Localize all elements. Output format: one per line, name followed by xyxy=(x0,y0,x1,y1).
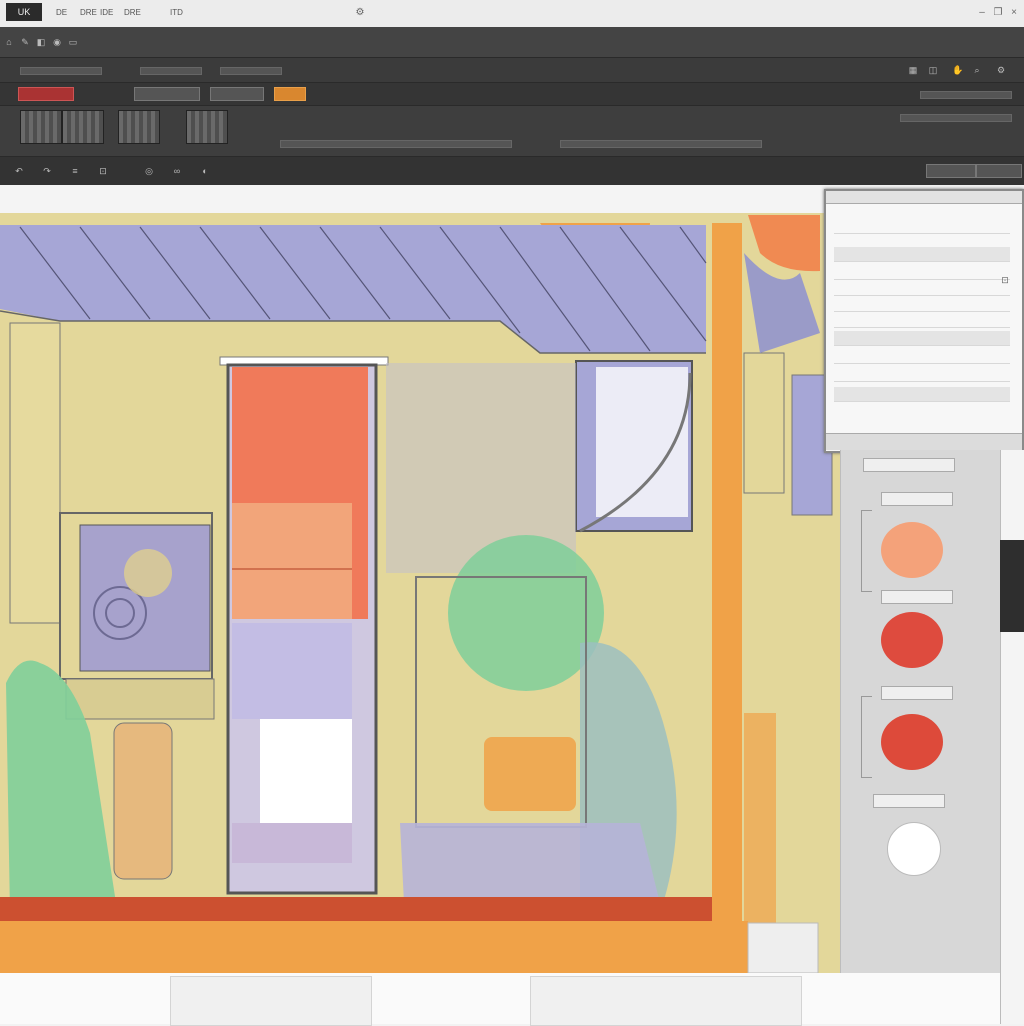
brush-icon[interactable]: ✎ xyxy=(20,37,30,47)
preset-slider[interactable] xyxy=(280,140,512,148)
scroll-lock-icon[interactable]: ⊡ xyxy=(1000,275,1010,285)
zoom-slider[interactable] xyxy=(920,91,1012,99)
right-dark-tab[interactable] xyxy=(1000,540,1024,632)
tool-chip-2[interactable] xyxy=(134,87,200,101)
preset-thumbnail-2[interactable] xyxy=(62,110,104,144)
swatch-group-bracket-1 xyxy=(861,510,872,592)
menu-item-1[interactable]: DE xyxy=(56,6,67,20)
brush-presets-bar xyxy=(0,106,1024,157)
preset-slider-3[interactable] xyxy=(900,114,1012,122)
layer-row-4[interactable] xyxy=(834,281,1010,296)
layer-row-1[interactable] xyxy=(834,219,1010,234)
color-swatch-deep-red[interactable] xyxy=(881,714,943,770)
tool-icon[interactable]: ⚙ xyxy=(354,7,366,19)
preset-thumbnail-3[interactable] xyxy=(118,110,160,144)
restore-icon[interactable]: ❐ xyxy=(992,7,1004,19)
layers-panel-footer xyxy=(826,433,1022,450)
color-swatch-salmon[interactable] xyxy=(881,522,943,578)
layers-icon[interactable]: ≡ xyxy=(70,166,80,176)
undo-icon[interactable]: ↶ xyxy=(14,166,24,176)
layer-row-6[interactable] xyxy=(834,313,1010,328)
document-title xyxy=(490,7,750,19)
tool-chip-highlight[interactable] xyxy=(274,87,306,101)
redo-icon[interactable]: ↷ xyxy=(42,166,52,176)
select-icon[interactable]: ▭ xyxy=(68,37,78,47)
bottom-sheet-2 xyxy=(530,976,802,1026)
layer-row-10[interactable] xyxy=(834,387,1010,402)
status-toolbar: ↶ ↷ ≡ ⊡ ◎ ∞ ◐ xyxy=(0,157,1024,185)
tool-chip-active[interactable] xyxy=(18,87,74,101)
drawing-canvas[interactable] xyxy=(0,213,840,973)
layer-row-3[interactable] xyxy=(834,265,1010,280)
swatch-group-bracket-2 xyxy=(861,696,872,778)
opacity-slider[interactable] xyxy=(140,67,202,75)
fill-icon[interactable]: ◉ xyxy=(52,37,62,47)
minimize-icon[interactable]: – xyxy=(976,7,988,19)
eraser-icon[interactable]: ◧ xyxy=(36,37,46,47)
preset-slider-2[interactable] xyxy=(560,140,762,148)
layers-panel: ⊡ xyxy=(824,189,1024,453)
menu-item-2[interactable]: DRE xyxy=(80,6,97,20)
color-swatch-red[interactable] xyxy=(881,612,943,668)
swatch-label-2 xyxy=(881,590,953,604)
options-bar: ⌂ ✎ ◧ ◉ ▭ xyxy=(0,27,1024,58)
bottom-sheet-1 xyxy=(170,976,372,1026)
menu-item-3[interactable]: IDE xyxy=(100,6,113,20)
layer-row-8[interactable] xyxy=(834,349,1010,364)
preset-thumbnail-1[interactable] xyxy=(20,110,62,144)
layer-row-2[interactable] xyxy=(834,247,1010,262)
title-bar: UK DE DRE IDE DRE ITD ⚙ – ❐ × xyxy=(0,0,1024,28)
tabs-bar: ▦ ◫ ✋ ⌕ ⚙ xyxy=(0,58,1024,83)
swatch-label-1 xyxy=(881,492,953,506)
eye-icon[interactable]: ◎ xyxy=(144,166,154,176)
right-scroll-strip[interactable] xyxy=(1000,450,1024,1024)
layer-row-7[interactable] xyxy=(834,331,1010,346)
menu-item-4[interactable]: DRE xyxy=(124,6,141,20)
lock-icon[interactable]: ⊡ xyxy=(98,166,108,176)
size-slider[interactable] xyxy=(20,67,102,75)
bottom-area xyxy=(0,973,1024,1024)
swatch-label-4 xyxy=(873,794,945,808)
swatch-panel-header xyxy=(863,458,955,472)
swatch-label-3 xyxy=(881,686,953,700)
home-icon[interactable]: ⌂ xyxy=(4,37,14,47)
flow-slider[interactable] xyxy=(220,67,282,75)
mask-icon[interactable]: ◐ xyxy=(200,166,210,176)
color-swatch-white[interactable] xyxy=(887,822,941,876)
tool-chips-bar xyxy=(0,83,1024,106)
settings-icon[interactable]: ⚙ xyxy=(996,65,1006,75)
hand-icon[interactable]: ✋ xyxy=(952,65,963,75)
ruler-bar xyxy=(0,185,822,214)
close-icon[interactable]: × xyxy=(1008,7,1020,19)
menu-item-5[interactable]: ITD xyxy=(170,6,183,20)
grid-icon[interactable]: ▦ xyxy=(908,65,918,75)
status-button-1[interactable] xyxy=(926,164,976,178)
tool-chip-3[interactable] xyxy=(210,87,264,101)
link-icon[interactable]: ∞ xyxy=(172,166,182,176)
color-swatch-panel xyxy=(840,450,1001,973)
app-logo-badge[interactable]: UK xyxy=(6,3,42,21)
canvas-artwork xyxy=(0,213,840,973)
layers-panel-title xyxy=(826,191,1022,204)
layer-row-9[interactable] xyxy=(834,367,1010,382)
layer-row-5[interactable] xyxy=(834,297,1010,312)
preset-thumbnail-4[interactable] xyxy=(186,110,228,144)
zoom-icon[interactable]: ⌕ xyxy=(972,65,982,75)
view-icon[interactable]: ◫ xyxy=(928,65,938,75)
status-button-2[interactable] xyxy=(976,164,1022,178)
